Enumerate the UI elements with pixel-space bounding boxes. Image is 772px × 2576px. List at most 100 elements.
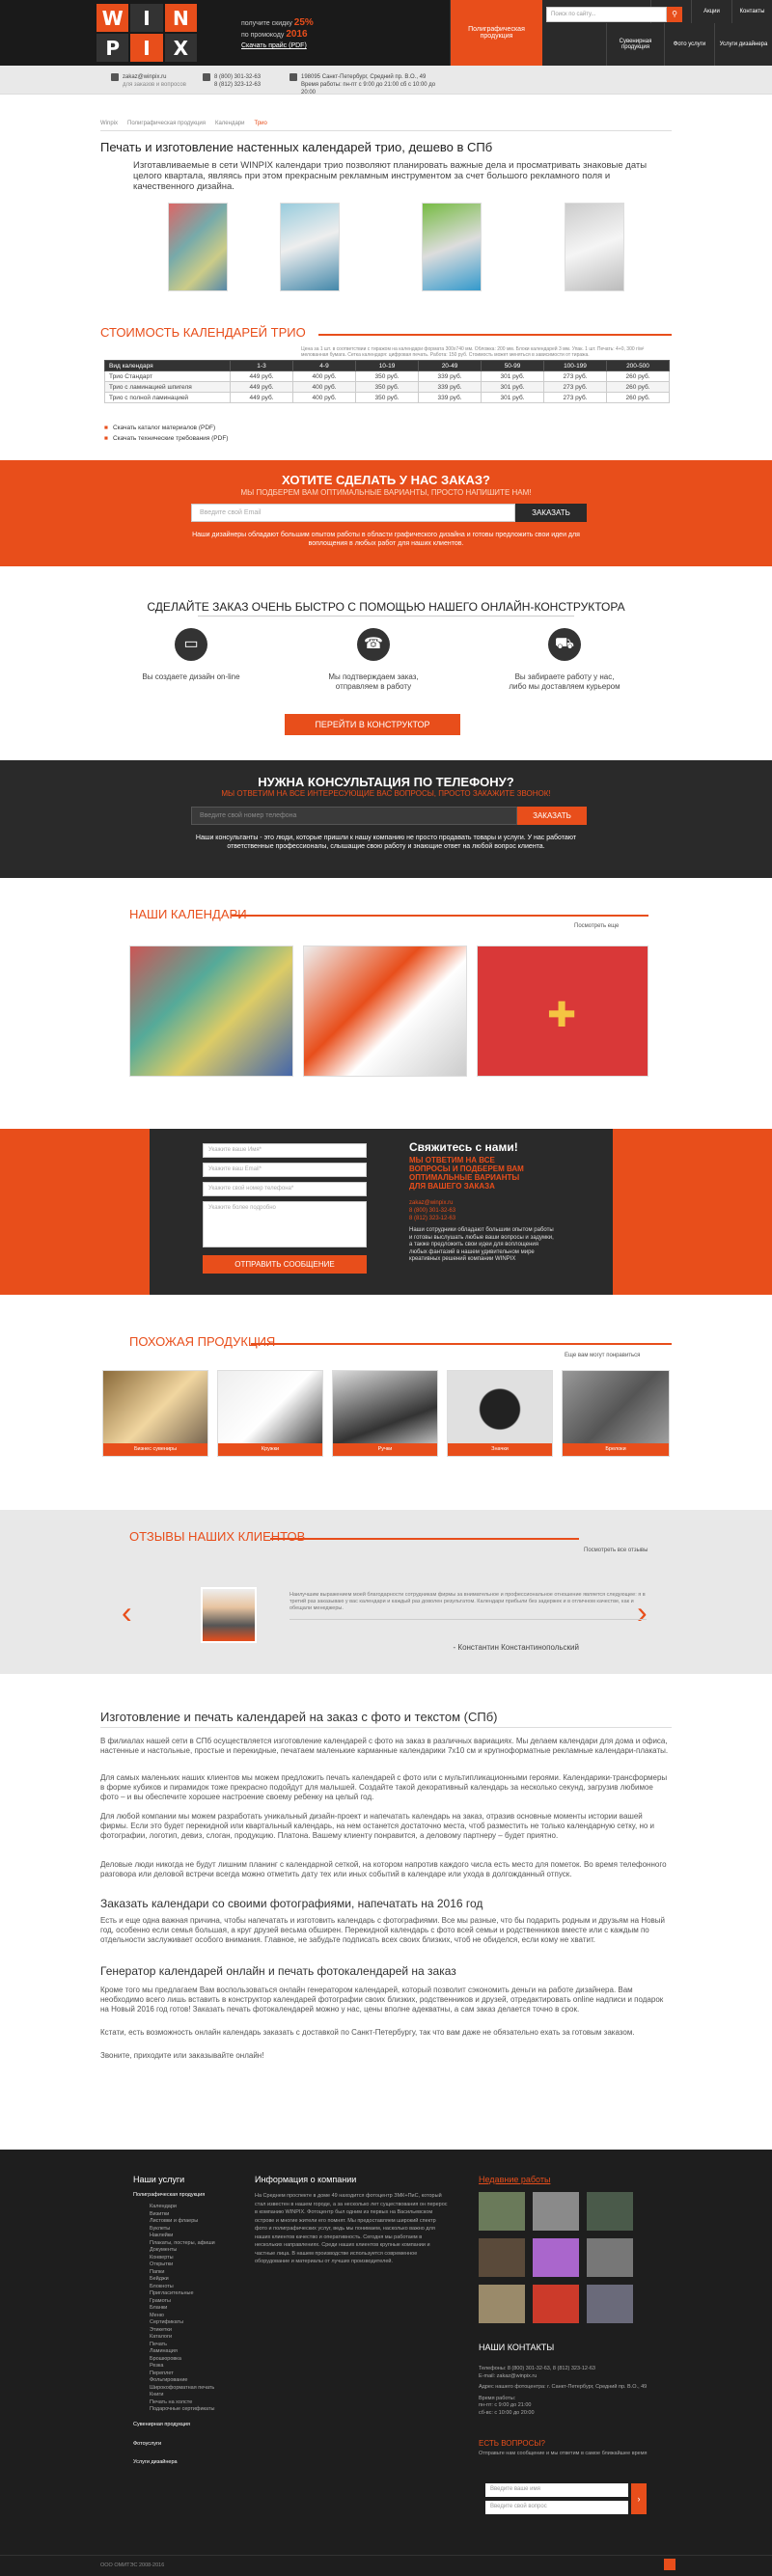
footer-link[interactable]: Бейджи: [150, 2276, 241, 2284]
step-text: Вы забираете работу у нас, либо мы доста…: [509, 672, 620, 691]
footer-link[interactable]: Пригласительные: [150, 2290, 241, 2298]
cell: 301 руб.: [481, 381, 544, 393]
email-field[interactable]: Укажите ваш Email*: [203, 1163, 367, 1177]
work-thumb[interactable]: [479, 2285, 525, 2323]
footer-link[interactable]: Сувенирная продукция: [133, 2422, 239, 2429]
callback-button[interactable]: ЗАКАЗАТЬ: [517, 807, 587, 825]
footer-info-title: Информация о компании: [255, 2175, 357, 2184]
search-input[interactable]: Поиск по сайту...: [546, 7, 667, 22]
constructor-heading: СДЕЛАЙТЕ ЗАКАЗ ОЧЕНЬ БЫСТРО С ПОМОЩЬЮ НА…: [147, 600, 625, 614]
email-field[interactable]: Введите свой Email: [191, 504, 515, 522]
breadcrumb-item[interactable]: Календари: [215, 121, 245, 126]
footer-link[interactable]: Папки: [150, 2269, 241, 2277]
similar-item[interactable]: Ручки: [332, 1370, 438, 1457]
work-thumb[interactable]: [587, 2285, 633, 2323]
name-field[interactable]: Укажите ваше Имя*: [203, 1143, 367, 1158]
footer-link[interactable]: Визитки: [150, 2211, 241, 2219]
footer-link[interactable]: Фольгирование: [150, 2377, 241, 2385]
footer-link[interactable]: Наклейки: [150, 2233, 241, 2240]
footer-link[interactable]: Конверты: [150, 2255, 241, 2262]
breadcrumb-item[interactable]: Winpix: [100, 121, 118, 126]
send-arrow-icon[interactable]: ›: [631, 2483, 647, 2514]
constructor-button[interactable]: ПЕРЕЙТИ В КОНСТРУКТОР: [285, 714, 460, 735]
footer-link[interactable]: Полиграфическая продукция: [133, 2192, 205, 2200]
product-image[interactable]: [168, 203, 228, 291]
footer-link[interactable]: Сертификаты: [150, 2319, 241, 2327]
footer-link[interactable]: Услуги дизайнера: [133, 2459, 239, 2467]
footer-question-sub: Отправьте нам сообщение и мы ответим в с…: [479, 2451, 648, 2456]
col-header: 20-49: [418, 360, 482, 371]
product-image[interactable]: [565, 203, 624, 291]
footer-link[interactable]: Печать: [150, 2342, 241, 2349]
calendar-image[interactable]: [129, 945, 293, 1077]
logo-letter: X: [164, 34, 197, 62]
download-catalog-link[interactable]: ■ Скачать каталог материалов (PDF): [104, 425, 215, 431]
product-image[interactable]: [422, 203, 482, 291]
reviews-more-link[interactable]: Посмотреть все отзывы: [584, 1548, 648, 1553]
footer-services-list: Календари Визитки Листовки и флаеры Буклеты…: [150, 2204, 241, 2414]
download-price-link[interactable]: Скачать прайс (PDF): [241, 42, 307, 49]
logo[interactable]: W I N P I X: [96, 4, 197, 62]
contact-email[interactable]: zakaz@winpix.ru: [409, 1199, 455, 1207]
nav-souvenirs[interactable]: Сувенирная продукция: [606, 23, 664, 66]
nav-promo[interactable]: Акции: [691, 0, 731, 23]
footer-email[interactable]: E-mail: zakaz@winpix.ru: [479, 2373, 672, 2381]
message-field[interactable]: Укажите более подробно: [203, 1201, 367, 1247]
product-image[interactable]: [280, 203, 340, 291]
footer-link[interactable]: Этикетки: [150, 2327, 241, 2335]
footer-link[interactable]: Блокноты: [150, 2284, 241, 2291]
email-contact[interactable]: zakaz@winpix.ru для заказов и вопросов: [111, 73, 186, 89]
footer-link[interactable]: Резка: [150, 2363, 241, 2370]
footer-link[interactable]: Плакаты, постеры, афиши: [150, 2240, 241, 2248]
work-thumb[interactable]: [479, 2192, 525, 2231]
footer-link[interactable]: Книги: [150, 2392, 241, 2399]
footer-works-title[interactable]: Недавние работы: [479, 2175, 550, 2184]
work-thumb[interactable]: [479, 2238, 525, 2277]
phone-field[interactable]: Укажите свой номер телефона*: [203, 1182, 367, 1196]
footer-link[interactable]: Фотоуслуги: [133, 2441, 239, 2449]
work-thumb[interactable]: [587, 2238, 633, 2277]
work-thumb[interactable]: [587, 2192, 633, 2231]
similar-item[interactable]: Бизнес сувениры: [102, 1370, 208, 1457]
footer-link[interactable]: Грамоты: [150, 2298, 241, 2306]
scroll-top-icon[interactable]: [664, 2559, 676, 2570]
footer-link[interactable]: Широкоформатная печать: [150, 2385, 241, 2393]
footer-link[interactable]: Переплет: [150, 2370, 241, 2378]
similar-more-link[interactable]: Еще вам могут понравиться: [565, 1353, 640, 1358]
similar-item[interactable]: Значки: [447, 1370, 553, 1457]
similar-item[interactable]: Кружки: [217, 1370, 323, 1457]
work-thumb[interactable]: [533, 2238, 579, 2277]
footer-link[interactable]: Листовки и флаеры: [150, 2218, 241, 2226]
footer-link[interactable]: Брошюровка: [150, 2356, 241, 2364]
similar-title: ПОХОЖАЯ ПРОДУКЦИЯ: [129, 1334, 276, 1349]
calendar-image[interactable]: [303, 945, 467, 1077]
footer-link[interactable]: Меню: [150, 2313, 241, 2320]
footer-link[interactable]: Печать на холсте: [150, 2399, 241, 2407]
download-requirements-link[interactable]: ■ Скачать технические требования (PDF): [104, 435, 228, 442]
nav-contacts[interactable]: Контакты: [731, 0, 772, 23]
work-thumb[interactable]: [533, 2192, 579, 2231]
footer-name-field[interactable]: Введите ваше имя: [485, 2483, 628, 2497]
phone-field[interactable]: Введите свой номер телефона: [191, 807, 517, 825]
footer-link[interactable]: Каталоги: [150, 2334, 241, 2342]
footer-link[interactable]: Документы: [150, 2247, 241, 2255]
footer-link[interactable]: Ламинация: [150, 2348, 241, 2356]
work-thumb[interactable]: [533, 2285, 579, 2323]
nav-design[interactable]: Услуги дизайнера: [714, 23, 772, 66]
calendar-image[interactable]: ✚: [477, 945, 648, 1077]
footer-question-field[interactable]: Введите свой вопрос: [485, 2501, 628, 2514]
footer-link[interactable]: Бланки: [150, 2305, 241, 2313]
nav-printing[interactable]: Полиграфическая продукция: [450, 0, 542, 66]
send-button[interactable]: ОТПРАВИТЬ СООБЩЕНИЕ: [203, 1255, 367, 1274]
calendars-more-link[interactable]: Посмотреть еще: [574, 923, 619, 929]
breadcrumb-item[interactable]: Полиграфическая продукция: [127, 121, 206, 126]
order-button[interactable]: ЗАКАЗАТЬ: [515, 504, 587, 522]
footer-link[interactable]: Буклеты: [150, 2226, 241, 2233]
nav-photo[interactable]: Фото услуги: [664, 23, 714, 66]
search-icon[interactable]: ⚲: [667, 7, 682, 22]
footer-link[interactable]: Подарочные сертификаты: [150, 2406, 241, 2414]
prev-arrow-icon[interactable]: ‹: [122, 1597, 132, 1628]
footer-link[interactable]: Календари: [150, 2204, 241, 2211]
similar-item[interactable]: Брелоки: [562, 1370, 670, 1457]
footer-link[interactable]: Открытки: [150, 2261, 241, 2269]
